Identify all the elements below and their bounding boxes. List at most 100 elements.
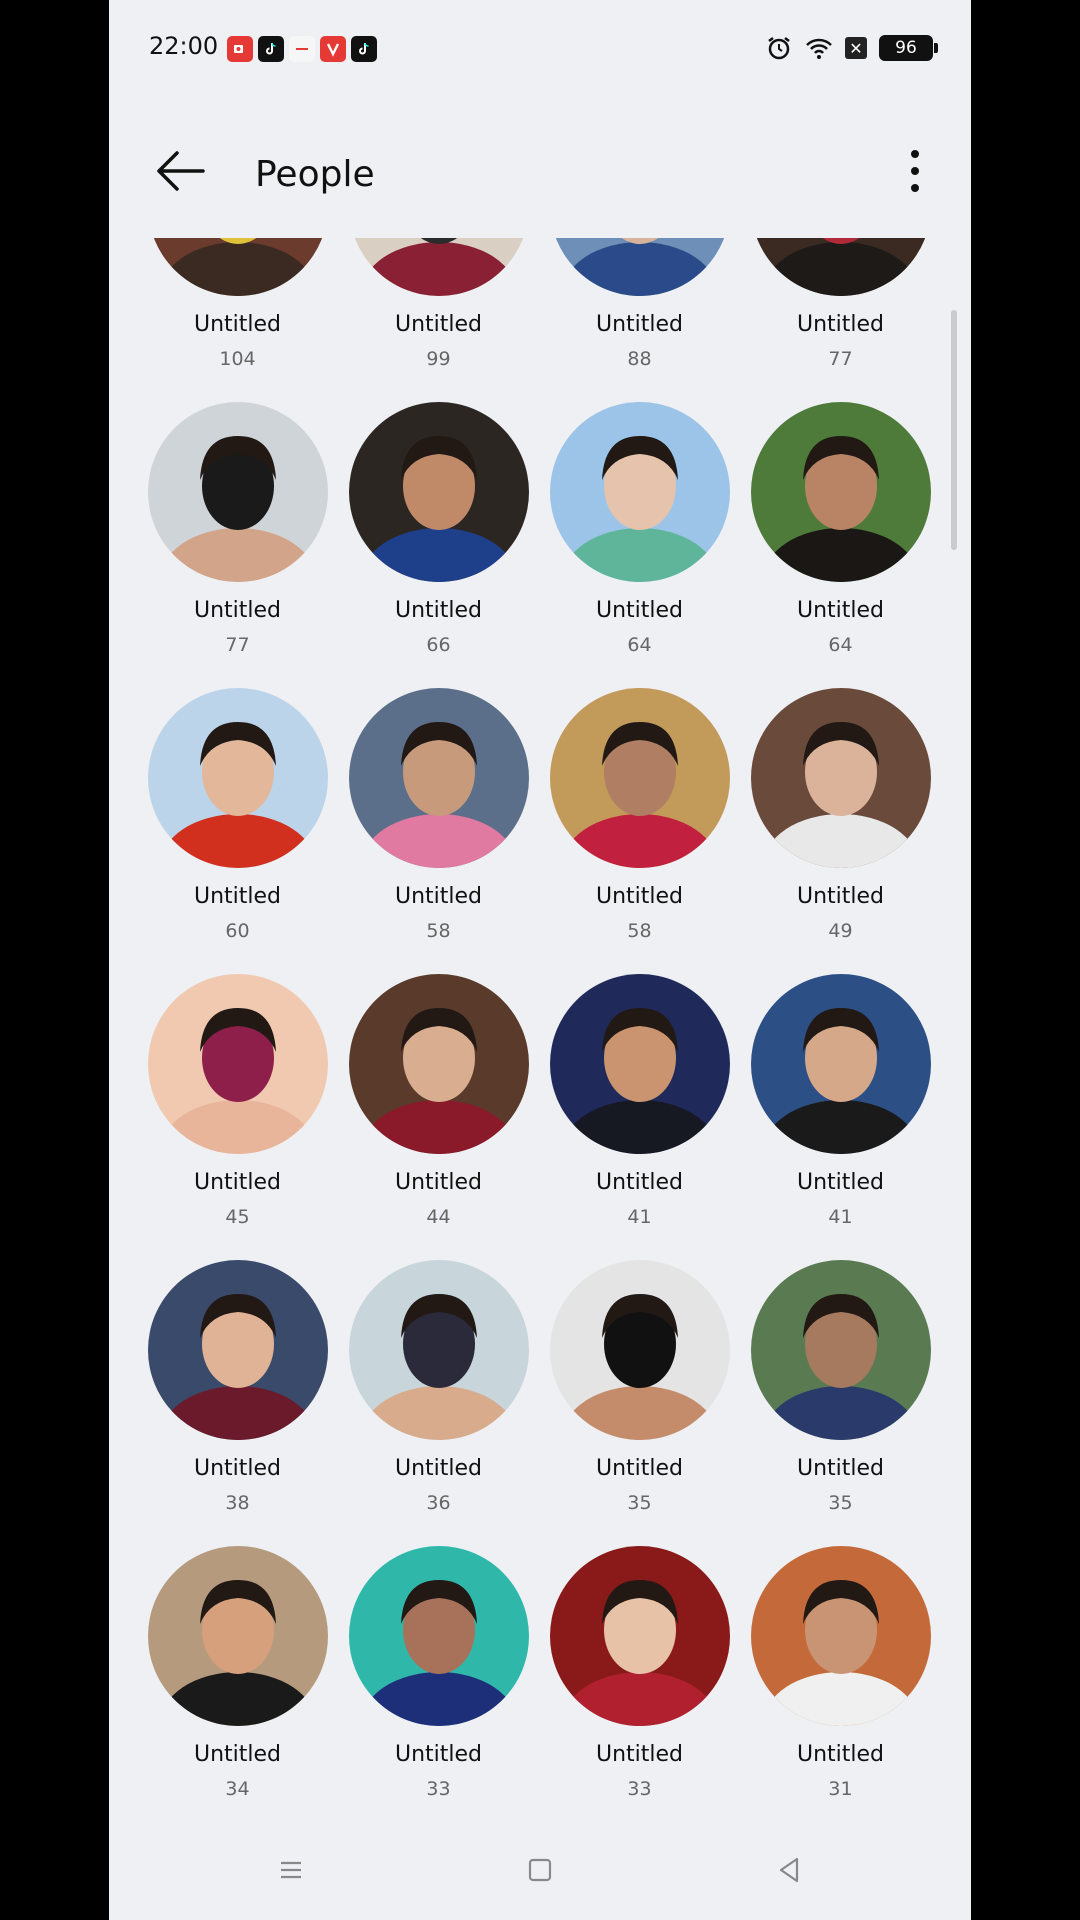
person-name: Untitled (796, 1742, 885, 1767)
person-avatar[interactable] (550, 402, 730, 582)
person-avatar[interactable] (148, 1260, 328, 1440)
person-avatar[interactable] (550, 1260, 730, 1440)
person-name: Untitled (394, 598, 483, 623)
navigation-bar (109, 1820, 971, 1920)
person-avatar[interactable] (148, 974, 328, 1154)
person-name: Untitled (193, 598, 282, 623)
person-avatar[interactable] (349, 402, 529, 582)
vivaldi-icon (320, 36, 346, 62)
photo-count: 35 (828, 1492, 853, 1514)
person-name: Untitled (796, 598, 885, 623)
person-item[interactable]: Untitled 33 (539, 1546, 740, 1820)
wifi-icon (806, 38, 832, 59)
phone-screen: 22:00 ✕ 96 People Untitled 104 Untitled … (109, 0, 971, 1920)
person-item[interactable]: Untitled 99 (338, 238, 539, 402)
screen-recorder-icon (227, 36, 253, 62)
photo-count: 34 (225, 1778, 250, 1800)
person-avatar[interactable] (349, 238, 529, 296)
person-avatar[interactable] (148, 688, 328, 868)
photo-count: 35 (627, 1492, 652, 1514)
app-bar: People (109, 98, 971, 238)
person-name: Untitled (394, 1456, 483, 1481)
more-options-icon[interactable] (905, 146, 925, 196)
person-name: Untitled (595, 1742, 684, 1767)
status-bar: 22:00 ✕ 96 (109, 0, 971, 98)
person-avatar[interactable] (349, 688, 529, 868)
photo-count: 64 (828, 634, 853, 656)
person-avatar[interactable] (751, 974, 931, 1154)
scrollbar[interactable] (951, 310, 957, 550)
person-item[interactable]: Untitled 38 (137, 1260, 338, 1546)
photo-count: 49 (828, 920, 853, 942)
person-avatar[interactable] (148, 238, 328, 296)
person-avatar[interactable] (550, 688, 730, 868)
person-avatar[interactable] (550, 238, 730, 296)
person-avatar[interactable] (751, 238, 931, 296)
person-name: Untitled (796, 1170, 885, 1195)
person-avatar[interactable] (148, 402, 328, 582)
person-item[interactable]: Untitled 44 (338, 974, 539, 1260)
page-title: People (255, 154, 375, 195)
menu-icon[interactable] (275, 1854, 307, 1886)
person-avatar[interactable] (349, 1260, 529, 1440)
person-name: Untitled (796, 312, 885, 337)
person-item[interactable]: Untitled 58 (338, 688, 539, 974)
person-item[interactable]: Untitled 35 (539, 1260, 740, 1546)
app-icon (289, 36, 315, 62)
status-time: 22:00 (149, 32, 219, 60)
person-item[interactable]: Untitled 33 (338, 1546, 539, 1820)
person-avatar[interactable] (550, 1546, 730, 1726)
person-item[interactable]: Untitled 64 (740, 402, 941, 688)
photo-count: 31 (828, 1778, 853, 1800)
person-name: Untitled (595, 1170, 684, 1195)
person-avatar[interactable] (751, 1260, 931, 1440)
person-item[interactable]: Untitled 104 (137, 238, 338, 402)
person-item[interactable]: Untitled 31 (740, 1546, 941, 1820)
person-avatar[interactable] (751, 688, 931, 868)
photo-count: 45 (225, 1206, 250, 1228)
people-grid-list: Untitled 104 Untitled 99 Untitled 88 Untitled 7… (109, 238, 971, 1820)
person-item[interactable]: Untitled 66 (338, 402, 539, 688)
photo-count: 77 (225, 634, 250, 656)
system-icons: ✕ 96 (765, 34, 938, 62)
person-item[interactable]: Untitled 77 (137, 402, 338, 688)
person-item[interactable]: Untitled 35 (740, 1260, 941, 1546)
person-item[interactable]: Untitled 34 (137, 1546, 338, 1820)
person-item[interactable]: Untitled 64 (539, 402, 740, 688)
person-item[interactable]: Untitled 41 (539, 974, 740, 1260)
person-avatar[interactable] (751, 1546, 931, 1726)
photo-count: 33 (426, 1778, 451, 1800)
person-item[interactable]: Untitled 45 (137, 974, 338, 1260)
person-name: Untitled (595, 598, 684, 623)
person-name: Untitled (595, 884, 684, 909)
no-sim-icon: ✕ (845, 37, 867, 59)
person-item[interactable]: Untitled 36 (338, 1260, 539, 1546)
person-item[interactable]: Untitled 77 (740, 238, 941, 402)
home-icon[interactable] (524, 1854, 556, 1886)
person-item[interactable]: Untitled 49 (740, 688, 941, 974)
back-arrow-icon[interactable] (153, 148, 207, 194)
person-avatar[interactable] (349, 1546, 529, 1726)
person-avatar[interactable] (148, 1546, 328, 1726)
person-name: Untitled (394, 312, 483, 337)
person-avatar[interactable] (550, 974, 730, 1154)
person-item[interactable]: Untitled 88 (539, 238, 740, 402)
alarm-icon (768, 37, 790, 60)
person-item[interactable]: Untitled 41 (740, 974, 941, 1260)
photo-count: 60 (225, 920, 250, 942)
photo-count: 88 (627, 348, 652, 370)
back-icon[interactable] (773, 1854, 805, 1886)
person-item[interactable]: Untitled 58 (539, 688, 740, 974)
person-name: Untitled (394, 1742, 483, 1767)
person-avatar[interactable] (751, 402, 931, 582)
photo-count: 66 (426, 634, 451, 656)
photo-count: 41 (828, 1206, 853, 1228)
people-grid[interactable]: Untitled 104 Untitled 99 Untitled 88 Untitled 7… (109, 238, 971, 1820)
person-name: Untitled (193, 1742, 282, 1767)
person-name: Untitled (193, 312, 282, 337)
person-avatar[interactable] (349, 974, 529, 1154)
person-name: Untitled (193, 1456, 282, 1481)
photo-count: 104 (219, 348, 256, 370)
photo-count: 36 (426, 1492, 451, 1514)
person-item[interactable]: Untitled 60 (137, 688, 338, 974)
